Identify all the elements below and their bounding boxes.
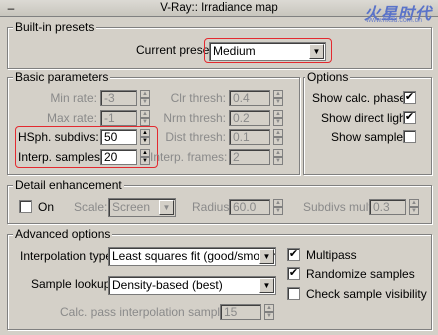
spinner-up-icon[interactable]: ▲: [273, 199, 283, 207]
spinner-down-icon[interactable]: ▼: [140, 157, 150, 165]
calc-pass-field[interactable]: 15: [220, 304, 261, 320]
show-calc-phase-checkbox[interactable]: ✔: [403, 91, 416, 104]
min-rate-field[interactable]: -3: [100, 90, 137, 106]
radius-spinner[interactable]: ▲ ▼: [273, 199, 283, 215]
spinner-down-icon[interactable]: ▼: [409, 207, 419, 215]
interp-frames-label: Interp. frames:: [150, 150, 228, 164]
show-direct-light-checkbox[interactable]: ✔: [403, 111, 416, 124]
check-visibility-checkbox[interactable]: [287, 287, 300, 300]
interpolation-type-dropdown[interactable]: Least squares fit (good/smooth ▼: [108, 247, 276, 266]
interp-samples-label: Interp. samples:: [18, 150, 104, 164]
interpolation-type-label: Interpolation type:: [20, 249, 116, 263]
spinner-up-icon[interactable]: ▲: [264, 304, 274, 312]
randomize-samples-checkbox[interactable]: ✔: [287, 267, 300, 280]
preset-dropdown[interactable]: Medium ▼: [209, 42, 326, 61]
spinner-up-icon[interactable]: ▲: [273, 90, 283, 98]
interp-samples-field[interactable]: 20: [100, 149, 137, 165]
spinner-down-icon[interactable]: ▼: [273, 118, 283, 126]
spinner-up-icon[interactable]: ▲: [273, 149, 283, 157]
chevron-down-icon[interactable]: ▼: [259, 249, 274, 264]
spinner-up-icon[interactable]: ▲: [140, 149, 150, 157]
scale-label: Scale:: [74, 200, 108, 214]
subdivs-mult-field[interactable]: 0.3: [369, 199, 406, 215]
dist-thresh-spinner[interactable]: ▲ ▼: [273, 129, 283, 145]
radius-label: Radius:: [192, 200, 233, 214]
preset-value: Medium: [213, 44, 256, 58]
clr-thresh-label: Clr thresh:: [170, 91, 226, 105]
nrm-thresh-field[interactable]: 0.2: [229, 110, 270, 126]
hsph-subdivs-spinner[interactable]: ▲ ▼: [140, 129, 150, 145]
subdivs-mult-label: Subdivs mult.: [303, 200, 376, 214]
max-rate-field[interactable]: -1: [100, 110, 137, 126]
spinner-up-icon[interactable]: ▲: [273, 110, 283, 118]
spinner-up-icon[interactable]: ▲: [140, 90, 150, 98]
spinner-down-icon[interactable]: ▼: [140, 137, 150, 145]
scale-value: Screen: [112, 200, 151, 214]
show-samples-label: Show samples: [331, 130, 410, 144]
spinner-down-icon[interactable]: ▼: [140, 98, 150, 106]
spinner-down-icon[interactable]: ▼: [140, 118, 150, 126]
spinner-up-icon[interactable]: ▲: [273, 129, 283, 137]
clr-thresh-spinner[interactable]: ▲ ▼: [273, 90, 283, 106]
check-visibility-label: Check sample visibility: [306, 287, 427, 301]
min-rate-spinner[interactable]: ▲ ▼: [140, 90, 150, 106]
sample-lookup-value: Density-based (best): [112, 278, 223, 292]
show-direct-light-label: Show direct light: [321, 111, 410, 125]
scale-dropdown[interactable]: Screen ▼: [108, 198, 176, 217]
multipass-label: Multipass: [306, 248, 357, 262]
watermark-url: www.hxsd.com.cn: [365, 17, 422, 24]
sample-lookup-label: Sample lookup:: [31, 277, 114, 291]
calc-pass-spinner[interactable]: ▲ ▼: [264, 304, 274, 320]
interp-frames-spinner[interactable]: ▲ ▼: [273, 149, 283, 165]
spinner-up-icon[interactable]: ▲: [140, 129, 150, 137]
detail-on-checkbox[interactable]: [19, 200, 32, 213]
randomize-samples-label: Randomize samples: [306, 267, 415, 281]
chevron-down-icon[interactable]: ▼: [309, 44, 324, 59]
interpolation-type-value: Least squares fit (good/smooth: [112, 249, 276, 263]
basic-parameters-title: Basic parameters: [13, 70, 111, 84]
dist-thresh-label: Dist thresh:: [165, 130, 226, 144]
max-rate-spinner[interactable]: ▲ ▼: [140, 110, 150, 126]
show-samples-checkbox[interactable]: [403, 130, 416, 143]
radius-field[interactable]: 60.0: [229, 199, 270, 215]
spinner-down-icon[interactable]: ▼: [273, 207, 283, 215]
builtin-presets-title: Built-in presets: [13, 20, 97, 34]
spinner-down-icon[interactable]: ▼: [273, 137, 283, 145]
calc-pass-label: Calc. pass interpolation samples:: [60, 305, 237, 319]
detail-on-label: On: [38, 200, 55, 214]
hsph-subdivs-label: HSph. subdivs:: [18, 130, 99, 144]
spinner-up-icon[interactable]: ▲: [409, 199, 419, 207]
advanced-options-title: Advanced options: [13, 227, 113, 241]
min-rate-label: Min rate:: [50, 91, 97, 105]
multipass-checkbox[interactable]: ✔: [287, 248, 300, 261]
interp-samples-spinner[interactable]: ▲ ▼: [140, 149, 150, 165]
show-calc-phase-label: Show calc. phase: [312, 91, 407, 105]
chevron-down-icon[interactable]: ▼: [159, 200, 174, 215]
spinner-down-icon[interactable]: ▼: [264, 312, 274, 320]
dist-thresh-field[interactable]: 0.1: [229, 129, 270, 145]
chevron-down-icon[interactable]: ▼: [259, 278, 274, 293]
options-title: Options: [305, 70, 351, 84]
hsph-subdivs-field[interactable]: 50: [100, 129, 137, 145]
sample-lookup-dropdown[interactable]: Density-based (best) ▼: [108, 276, 276, 295]
spinner-down-icon[interactable]: ▼: [273, 98, 283, 106]
clr-thresh-field[interactable]: 0.4: [229, 90, 270, 106]
spinner-down-icon[interactable]: ▼: [273, 157, 283, 165]
detail-enhancement-title: Detail enhancement: [13, 178, 124, 192]
nrm-thresh-spinner[interactable]: ▲ ▼: [273, 110, 283, 126]
interp-frames-field[interactable]: 2: [229, 149, 270, 165]
subdivs-mult-spinner[interactable]: ▲ ▼: [409, 199, 419, 215]
max-rate-label: Max rate:: [46, 111, 97, 125]
spinner-up-icon[interactable]: ▲: [140, 110, 150, 118]
nrm-thresh-label: Nrm thresh:: [163, 111, 226, 125]
